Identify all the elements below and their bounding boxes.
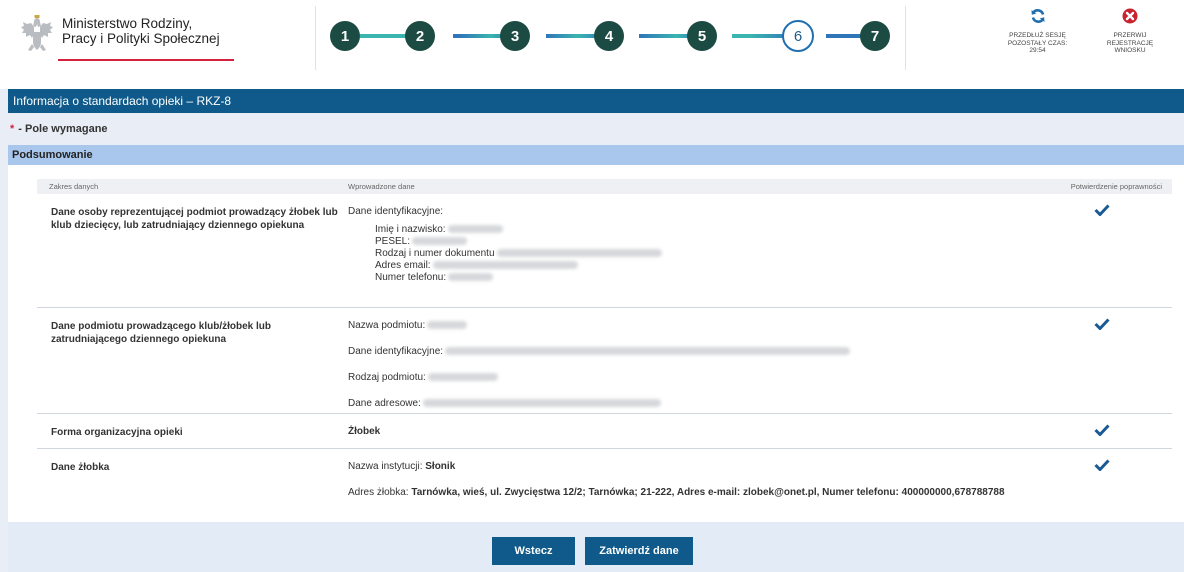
field-label: Adres żłobka:	[348, 486, 409, 498]
row-scope: Dane osoby reprezentującej podmiot prowa…	[51, 207, 338, 231]
redacted-value	[422, 398, 661, 407]
field-label: Imię i nazwisko:	[375, 224, 446, 235]
back-button[interactable]: Wstecz	[492, 537, 575, 565]
redacted-value	[412, 237, 468, 246]
section-summary-header: Podsumowanie	[8, 145, 1184, 165]
redacted-value	[427, 372, 498, 381]
check-icon	[1094, 204, 1110, 216]
step-1: 1	[330, 21, 360, 51]
row-confirmation	[1005, 413, 1172, 448]
field-row: Nazwa instytucji: Słonik	[348, 461, 1005, 473]
required-fields-note: * - Pole wymagane	[10, 123, 108, 135]
field-label: Nazwa podmiotu:	[348, 319, 426, 331]
abort-registration-button[interactable]: PRZERWIJ REJESTRACJĘ WNIOSKU	[1105, 8, 1155, 55]
row-value: Żłobek	[348, 425, 381, 437]
refresh-icon	[1031, 9, 1044, 23]
table-row: Forma organizacyjna opieki Żłobek	[37, 413, 1172, 448]
required-star: *	[10, 123, 15, 135]
redacted-value	[447, 225, 503, 234]
field-label: Adres email:	[375, 260, 431, 271]
redacted-value	[496, 249, 662, 258]
redacted-value	[427, 320, 468, 329]
eagle-emblem-icon	[21, 15, 53, 51]
redacted-value	[448, 273, 494, 282]
field-label: PESEL:	[375, 236, 411, 247]
field-row: Rodzaj podmiotu:	[348, 372, 1005, 384]
ministry-name-line2: Pracy i Polityki Społecznej	[62, 31, 220, 46]
step-6-current: 6	[782, 20, 814, 52]
abort-label-line3: WNIOSKU	[1114, 47, 1146, 54]
field-row: Dane identyfikacyjne:	[348, 346, 1005, 358]
close-circle-icon	[1122, 8, 1138, 24]
row-confirmation	[1005, 307, 1172, 413]
extend-session-button[interactable]: PRZEDŁUŻ SESJĘ POZOSTAŁY CZAS: 29:54	[1005, 8, 1070, 55]
field-label: Dane identyfikacyjne:	[348, 345, 444, 357]
summary-table: Zakres danych Wprowadzone dane Potwierdz…	[37, 179, 1172, 508]
nursery-address: Tarnówka, wieś, ul. Zwycięstwa 12/2; Tar…	[411, 486, 1005, 498]
check-icon	[1094, 317, 1110, 330]
field-row: Imię i nazwisko:	[375, 224, 1005, 236]
field-row: Adres żłobka: Tarnówka, wieś, ul. Zwycię…	[348, 487, 1005, 499]
row-confirmation	[1005, 448, 1172, 508]
field-row: Adres email:	[375, 260, 1005, 272]
field-row: Rodzaj i numer dokumentu	[375, 248, 1005, 260]
row-scope: Dane podmiotu prowadzącego klub/żłobek l…	[51, 320, 272, 345]
field-label: Numer telefonu:	[375, 272, 447, 283]
header-divider	[315, 6, 316, 70]
field-row: PESEL:	[375, 236, 1005, 248]
institution-name: Słonik	[425, 460, 456, 472]
row-scope: Dane żłobka	[51, 461, 110, 473]
step-3: 3	[500, 21, 530, 51]
column-header-scope: Zakres danych	[49, 182, 99, 191]
field-row: Numer telefonu:	[375, 272, 1005, 284]
row-data: Dane identyfikacyjne: Imię i nazwisko: P…	[340, 194, 1005, 307]
abort-label-line1: PRZERWIJ	[1113, 32, 1147, 39]
field-label: Nazwa instytucji:	[348, 460, 423, 472]
column-header-data: Wprowadzone dane	[348, 182, 415, 191]
row-data: Nazwa instytucji: Słonik Adres żłobka: T…	[340, 448, 1005, 508]
confirm-data-button[interactable]: Zatwierdź dane	[585, 537, 693, 565]
row-scope: Forma organizacyjna opieki	[51, 426, 183, 438]
field-row: Dane adresowe:	[348, 398, 1005, 410]
step-5: 5	[687, 21, 717, 51]
footer-actions: Wstecz Zatwierdź dane	[8, 522, 1184, 572]
step-4: 4	[594, 21, 624, 51]
redacted-value	[432, 261, 578, 270]
session-time-remaining: POZOSTAŁY CZAS: 29:54	[1007, 39, 1068, 55]
row-confirmation	[1005, 194, 1172, 307]
row-data: Nazwa podmiotu: Dane identyfikacyjne: Ro…	[340, 307, 1005, 413]
ministry-name-line1: Ministerstwo Rodziny,	[62, 16, 193, 31]
field-label: Dane adresowe:	[348, 397, 421, 409]
page-title: Informacja o standardach opieki – RKZ-8	[8, 89, 1184, 113]
step-7: 7	[860, 21, 890, 51]
column-header-confirmation: Potwierdzenie poprawności	[1070, 182, 1162, 191]
field-label: Rodzaj podmiotu:	[348, 371, 426, 383]
redacted-value	[445, 346, 851, 355]
table-row: Dane żłobka Nazwa instytucji: Słonik Adr…	[37, 448, 1172, 508]
progress-stepper: 1 2 3 4 5 6 7	[330, 20, 890, 52]
extend-session-label: PRZEDŁUŻ SESJĘ	[1009, 32, 1066, 39]
app-header: Ministerstwo Rodziny, Pracy i Polityki S…	[0, 0, 1184, 89]
abort-label-line2: REJESTRACJĘ	[1106, 39, 1154, 47]
header-divider	[905, 6, 906, 70]
logo-underline	[58, 59, 234, 61]
required-label: - Pole wymagane	[18, 123, 108, 135]
check-icon	[1094, 458, 1110, 471]
table-row: Dane podmiotu prowadzącego klub/żłobek l…	[37, 307, 1172, 413]
field-title: Dane identyfikacyjne:	[348, 206, 444, 217]
check-icon	[1094, 423, 1110, 436]
field-row: Nazwa podmiotu:	[348, 320, 1005, 332]
ministry-logo[interactable]: Ministerstwo Rodziny, Pracy i Polityki S…	[18, 14, 220, 56]
step-connector	[826, 34, 861, 38]
summary-card: Zakres danych Wprowadzone dane Potwierdz…	[8, 165, 1184, 522]
table-row: Dane osoby reprezentującej podmiot prowa…	[37, 194, 1172, 307]
field-label: Rodzaj i numer dokumentu	[375, 248, 495, 259]
step-2: 2	[405, 21, 435, 51]
